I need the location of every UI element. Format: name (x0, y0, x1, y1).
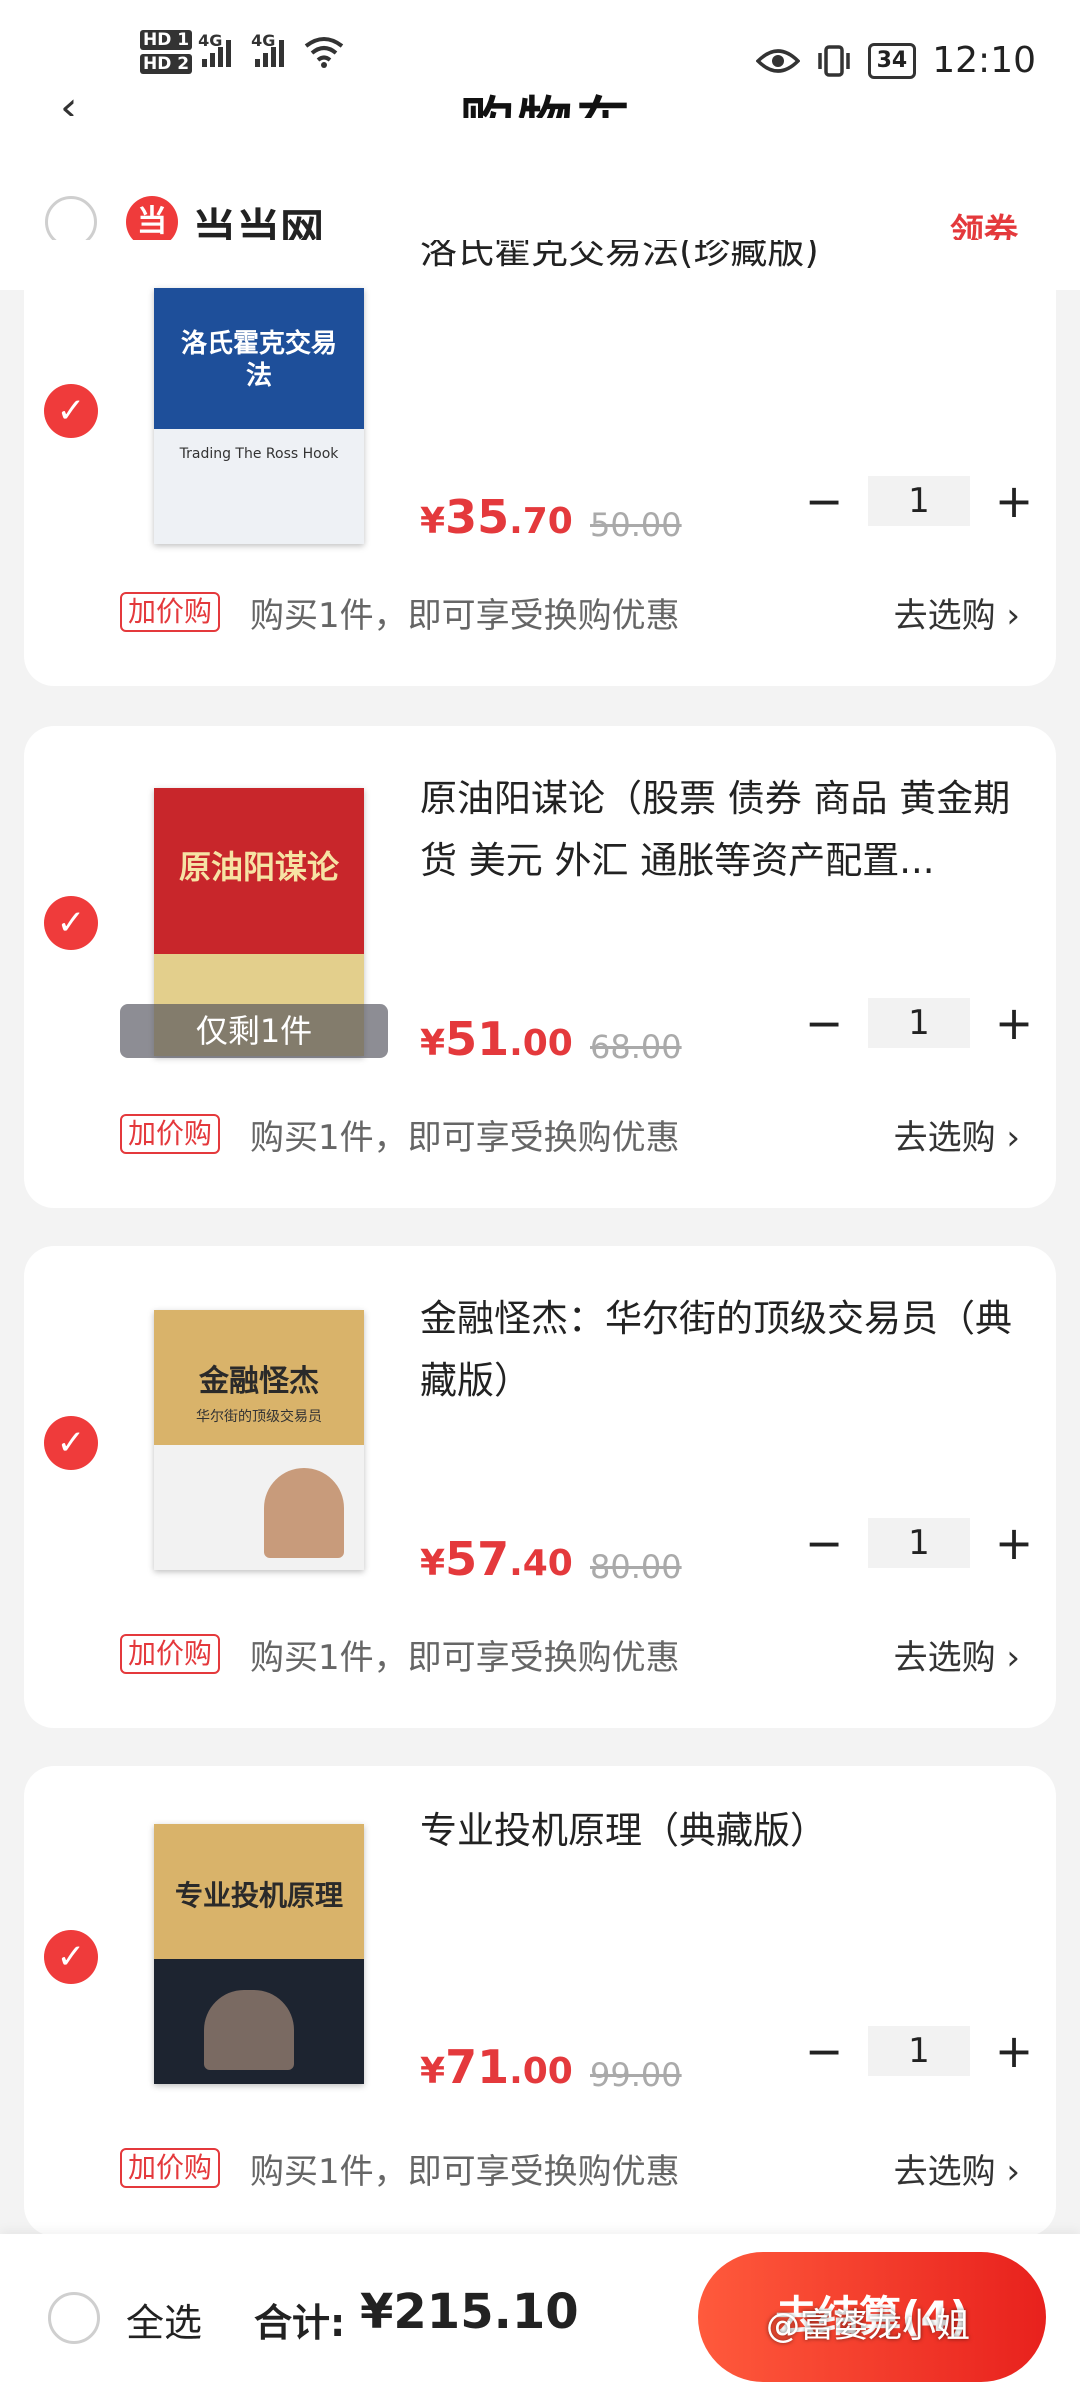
item-title[interactable]: 专业投机原理（典藏版） (420, 1800, 1020, 1862)
minus-button[interactable]: − (794, 998, 854, 1048)
quantity-value[interactable]: 1 (868, 998, 970, 1048)
promo-badge: 加价购 (120, 592, 221, 632)
promo-text: 购买1件，即可享受换购优惠 (250, 1638, 680, 1678)
cover-title: 金融怪杰 (199, 1364, 319, 1399)
sim2-label: HD 2 (140, 54, 193, 74)
go-select-link[interactable]: 去选购 › (894, 588, 1020, 637)
cart-item: ✓ 原油阳谋论 仅剩1件 原油阳谋论（股票 债券 商品 黄金期货 美元 外汇 通… (24, 726, 1056, 1208)
minus-button[interactable]: − (794, 2026, 854, 2076)
watermark: @富婆龙小姐 (766, 2306, 970, 2346)
cart-item: ✓ 洛氏霍克交易法 Trading The Ross Hook 洛氏霍克交易法(… (24, 240, 1056, 686)
signal2-icon: 4G (251, 31, 285, 67)
book-cover-image[interactable]: 专业投机原理 (154, 1824, 364, 2084)
chevron-right-icon: › (995, 1118, 1020, 1158)
quantity-stepper: − 1 + (794, 998, 1044, 1048)
item-checked-icon[interactable]: ✓ (44, 384, 98, 438)
signal1-icon: 4G (198, 31, 232, 67)
item-checked-icon[interactable]: ✓ (44, 896, 98, 950)
checkout-bar: 全选 合计: ¥215.10 去结算(4) @富婆龙小姐 (0, 2234, 1080, 2400)
plus-button[interactable]: + (984, 2026, 1044, 2076)
back-arrow-icon[interactable]: ‹ (60, 82, 78, 116)
item-price: ¥57.40 (420, 1532, 573, 1586)
original-price: 68.00 (590, 1028, 682, 1066)
sim1-label: HD 1 (140, 30, 193, 50)
go-select-link[interactable]: 去选购 › (894, 1110, 1020, 1159)
plus-button[interactable]: + (984, 476, 1044, 526)
quantity-value[interactable]: 1 (868, 476, 970, 526)
minus-button[interactable]: − (794, 476, 854, 526)
item-title[interactable]: 原油阳谋论（股票 债券 商品 黄金期货 美元 外汇 通胀等资产配置... (420, 768, 1020, 892)
eye-icon (755, 48, 800, 73)
item-price: ¥71.00 (420, 2040, 573, 2094)
status-left: HD 1 HD 2 4G 4G (140, 30, 344, 74)
book-cover-image[interactable]: 金融怪杰 华尔街的顶级交易员 (154, 1310, 364, 1570)
quantity-stepper: − 1 + (794, 2026, 1044, 2076)
item-price: ¥51.00 (420, 1012, 573, 1066)
total-label: 合计: (254, 2301, 346, 2345)
cover-title: 洛氏霍克交易法 (180, 329, 337, 391)
chevron-right-icon: › (995, 1638, 1020, 1678)
item-title[interactable]: 金融怪杰：华尔街的顶级交易员（典藏版） (420, 1288, 1020, 1412)
promo-text: 购买1件，即可享受换购优惠 (250, 1118, 680, 1158)
wifi-icon (304, 37, 344, 68)
go-select-link[interactable]: 去选购 › (894, 1630, 1020, 1679)
quantity-value[interactable]: 1 (868, 2026, 970, 2076)
promo-badge: 加价购 (120, 1634, 221, 1674)
cover-portrait (264, 1468, 344, 1558)
cover-portrait (204, 1990, 294, 2070)
battery-icon: 34 (867, 42, 917, 79)
sim-indicators: HD 1 HD 2 (140, 30, 193, 74)
promo-text: 购买1件，即可享受换购优惠 (250, 2152, 680, 2192)
page-title: 购物车 (460, 78, 634, 118)
promo-badge: 加价购 (120, 2148, 221, 2188)
vibrate-icon (817, 44, 850, 77)
item-checked-icon[interactable]: ✓ (44, 1930, 98, 1984)
total-amount: ¥215.10 (360, 2284, 579, 2340)
select-all-label[interactable]: 全选 (126, 2292, 202, 2347)
quantity-stepper: − 1 + (794, 476, 1044, 526)
cart-item: ✓ 金融怪杰 华尔街的顶级交易员 金融怪杰：华尔街的顶级交易员（典藏版） ¥57… (24, 1246, 1056, 1728)
quantity-stepper: − 1 + (794, 1518, 1044, 1568)
cover-title: 原油阳谋论 (178, 848, 339, 886)
chevron-right-icon: › (995, 2152, 1020, 2192)
original-price: 80.00 (590, 1548, 682, 1586)
cover-title: 专业投机原理 (174, 1879, 343, 1912)
promo-text: 购买1件，即可享受换购优惠 (250, 596, 680, 636)
plus-button[interactable]: + (984, 1518, 1044, 1568)
status-bar: HD 1 HD 2 4G 4G 34 12:10 ‹ 购物车 (0, 0, 1080, 130)
item-checked-icon[interactable]: ✓ (44, 1416, 98, 1470)
clock: 12:10 (932, 40, 1036, 81)
item-price: ¥35.70 (420, 490, 573, 544)
cover-subtitle: 华尔街的顶级交易员 (196, 1409, 322, 1425)
plus-button[interactable]: + (984, 998, 1044, 1048)
original-price: 50.00 (590, 506, 682, 544)
promo-badge: 加价购 (120, 1114, 221, 1154)
go-select-link[interactable]: 去选购 › (894, 2144, 1020, 2193)
select-all-checkbox[interactable] (48, 2292, 100, 2344)
cover-subtitle: Trading The Ross Hook (179, 446, 339, 462)
item-title[interactable]: 洛氏霍克交易法(珍藏版) (420, 240, 1020, 282)
cart-item: ✓ 专业投机原理 专业投机原理（典藏版） ¥71.00 99.00 − 1 + … (24, 1766, 1056, 2236)
stock-badge: 仅剩1件 (120, 1004, 388, 1058)
original-price: 99.00 (590, 2056, 682, 2094)
status-right: 34 12:10 (755, 40, 1036, 81)
quantity-value[interactable]: 1 (868, 1518, 970, 1568)
chevron-right-icon: › (995, 596, 1020, 636)
minus-button[interactable]: − (794, 1518, 854, 1568)
book-cover-image[interactable]: 洛氏霍克交易法 Trading The Ross Hook (154, 288, 364, 544)
